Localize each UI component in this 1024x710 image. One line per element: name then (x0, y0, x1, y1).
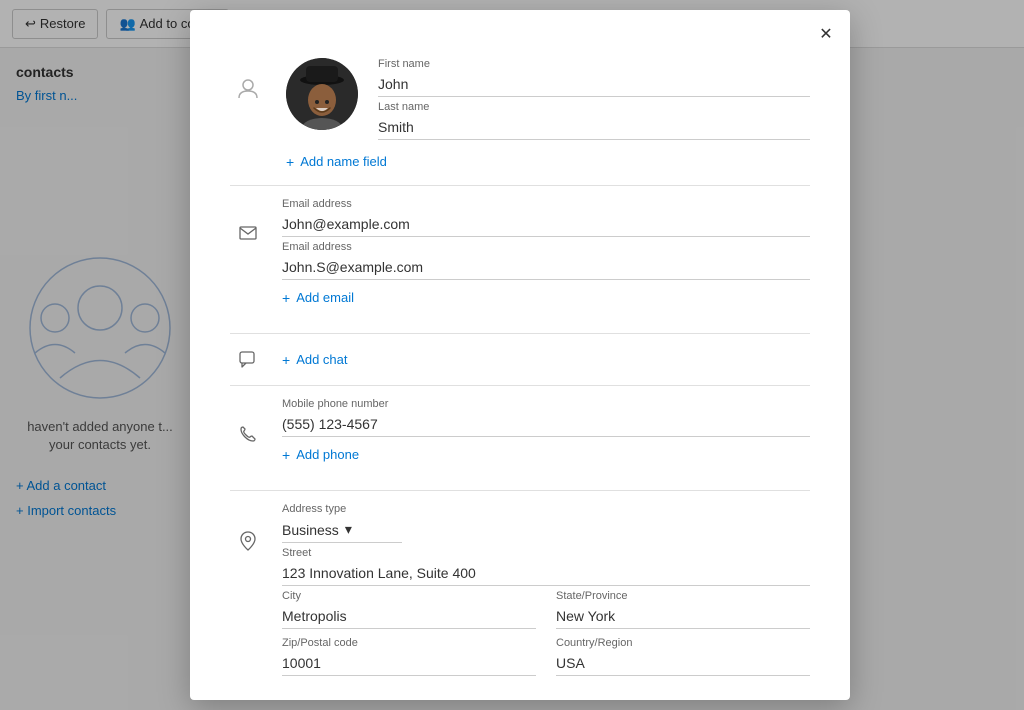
street-label: Street (282, 547, 810, 559)
divider-3 (230, 385, 810, 386)
city-label: City (282, 590, 536, 602)
phone-icon (230, 398, 266, 478)
last-name-input[interactable] (378, 115, 810, 140)
email2-input[interactable] (282, 255, 810, 280)
add-email-label: Add email (296, 290, 354, 305)
last-name-field: Last name (378, 101, 810, 140)
zip-label: Zip/Postal code (282, 637, 536, 649)
add-chat-button[interactable]: + Add chat (282, 346, 348, 373)
email1-label: Email address (282, 198, 810, 210)
country-label: Country/Region (556, 637, 810, 649)
first-name-label: First name (378, 58, 810, 70)
add-phone-button[interactable]: + Add phone (282, 447, 359, 462)
address-fields: Address type Business ▾ Street City (282, 503, 810, 680)
name-fields: First name Last name (378, 58, 810, 144)
add-chat-label: Add chat (296, 352, 347, 367)
add-phone-icon: + (282, 448, 290, 462)
email1-field: Email address (282, 198, 810, 237)
zip-input[interactable] (282, 651, 536, 676)
street-input[interactable] (282, 561, 810, 586)
email2-field: Email address (282, 241, 810, 280)
country-field: Country/Region (556, 637, 810, 676)
email-section: Email address Email address + Add email (230, 198, 810, 321)
city-input[interactable] (282, 604, 536, 629)
add-chat-icon: + (282, 353, 290, 367)
first-name-field: First name (378, 58, 810, 97)
first-name-input[interactable] (378, 72, 810, 97)
phone-section: Mobile phone number + Add phone (230, 398, 810, 478)
add-phone-label: Add phone (296, 447, 359, 462)
email-icon (230, 198, 266, 321)
address-type-dropdown[interactable]: Business ▾ (282, 517, 402, 543)
contact-edit-modal: ✕ (190, 10, 850, 700)
avatar-person-icon (230, 58, 266, 100)
modal-header: ✕ (190, 10, 850, 50)
zip-country-row: Zip/Postal code Country/Region (282, 637, 810, 680)
phone-fields: Mobile phone number + Add phone (282, 398, 810, 478)
address-type-value: Business (282, 522, 339, 538)
address-type-field: Address type Business ▾ (282, 503, 810, 543)
email2-label: Email address (282, 241, 810, 253)
avatar-image[interactable] (286, 58, 358, 130)
add-email-button[interactable]: + Add email (282, 290, 354, 305)
phone1-field: Mobile phone number (282, 398, 810, 437)
phone1-input[interactable] (282, 412, 810, 437)
add-name-field-icon: + (286, 155, 294, 169)
chat-content: + Add chat (282, 346, 810, 373)
address-section: Address type Business ▾ Street City (230, 503, 810, 680)
add-name-field-button[interactable]: + Add name field (286, 154, 387, 169)
zip-field: Zip/Postal code (282, 637, 536, 676)
chevron-down-icon: ▾ (345, 521, 352, 538)
email-fields: Email address Email address + Add email (282, 198, 810, 321)
phone1-label: Mobile phone number (282, 398, 810, 410)
address-type-label: Address type (282, 503, 810, 515)
close-button[interactable]: ✕ (810, 18, 842, 50)
add-name-field-label: Add name field (300, 154, 387, 169)
close-icon: ✕ (819, 24, 832, 44)
divider-2 (230, 333, 810, 334)
chat-section: + Add chat (230, 346, 810, 373)
email1-input[interactable] (282, 212, 810, 237)
state-field: State/Province (556, 590, 810, 629)
country-input[interactable] (556, 651, 810, 676)
state-input[interactable] (556, 604, 810, 629)
address-icon (230, 503, 266, 680)
chat-icon (230, 346, 266, 373)
avatar-section: First name Last name (230, 50, 810, 144)
add-email-icon: + (282, 291, 290, 305)
modal-body[interactable]: First name Last name + Add name field (190, 50, 850, 700)
street-field: Street (282, 547, 810, 586)
divider-4 (230, 490, 810, 491)
state-label: State/Province (556, 590, 810, 602)
last-name-label: Last name (378, 101, 810, 113)
city-field: City (282, 590, 536, 629)
city-state-row: City State/Province (282, 590, 810, 633)
divider-1 (230, 185, 810, 186)
